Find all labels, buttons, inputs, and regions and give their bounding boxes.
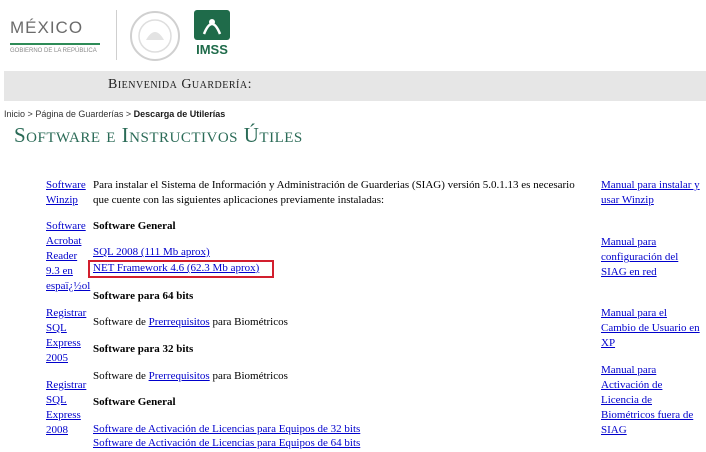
imss-logo-text: IMSS — [196, 42, 228, 57]
prereq-prefix: Software de — [93, 316, 146, 328]
national-seal-icon — [130, 11, 180, 61]
breadcrumb-home[interactable]: Inicio — [4, 109, 25, 119]
mexico-logo-subtitle: GOBIERNO DE LA REPÚBLICA — [10, 48, 97, 54]
breadcrumb-guarderias[interactable]: Página de Guarderías — [35, 109, 123, 119]
prereq-suffix: para Biométricos — [212, 370, 288, 382]
mexico-logo-text: MÉXICO — [10, 18, 84, 37]
welcome-text: Bienvenida Guardería: — [108, 77, 252, 92]
link-licencias-32[interactable]: Software de Activación de Licencias para… — [93, 422, 360, 437]
imss-emblem-icon — [194, 10, 230, 40]
intro-line-2: que cuente con las siguientes aplicacion… — [93, 194, 385, 206]
section-software-general: Software General — [93, 220, 176, 232]
breadcrumb-current: Descarga de Utilerías — [133, 109, 226, 119]
link-sql-2008[interactable]: SQL 2008 (111 Mb aprox) — [93, 245, 210, 260]
section-software-general-2: Software General — [93, 396, 176, 408]
link-manual-winzip[interactable]: Manual para instalar y usar Winzip — [601, 178, 701, 208]
prereq-prefix: Software de — [93, 370, 146, 382]
link-manual-cambio-usuario[interactable]: Manual para el Cambio de Usuario en XP — [601, 306, 701, 351]
site-header: MÉXICO GOBIERNO DE LA REPÚBLICA IMSS — [0, 0, 706, 68]
link-sql-express-2005[interactable]: Registrar SQL Express 2005 — [46, 306, 90, 366]
link-software-winzip[interactable]: Software Winzip — [46, 178, 90, 208]
link-manual-siag-red[interactable]: Manual para configuración del SIAG en re… — [601, 235, 701, 280]
mexico-logo-underline — [10, 43, 100, 45]
breadcrumb: Inicio > Página de Guarderías > Descarga… — [4, 109, 225, 119]
welcome-bar: Bienvenida Guardería: — [4, 71, 706, 101]
page-title: Software e Instructivos Útiles — [14, 123, 303, 147]
breadcrumb-separator: > — [125, 109, 132, 119]
link-licencias-64[interactable]: Software de Activación de Licencias para… — [93, 436, 360, 451]
breadcrumb-separator: > — [27, 109, 33, 119]
imss-logo: IMSS — [192, 10, 232, 62]
link-acrobat-reader[interactable]: Software Acrobat Reader 9.3 en espaï¿½ol — [46, 219, 90, 294]
section-software-64: Software para 64 bits — [93, 290, 194, 302]
link-manual-licencia-biometricos[interactable]: Manual para Activación de Licencia de Bi… — [601, 363, 701, 438]
link-prerrequisitos-32[interactable]: Prerrequisitos — [149, 370, 210, 382]
highlight-box — [88, 260, 274, 278]
mexico-logo: MÉXICO GOBIERNO DE LA REPÚBLICA — [10, 18, 100, 58]
link-sql-express-2008[interactable]: Registrar SQL Express 2008 — [46, 378, 90, 438]
intro-line-1: Para instalar el Sistema de Información … — [93, 179, 575, 191]
prereq-suffix: para Biométricos — [212, 316, 288, 328]
prereq-line-64: Software de Prerrequisitos para Biométri… — [93, 315, 288, 330]
link-prerrequisitos-64[interactable]: Prerrequisitos — [149, 316, 210, 328]
header-divider — [116, 10, 117, 60]
prereq-line-32: Software de Prerrequisitos para Biométri… — [93, 369, 288, 384]
section-software-32: Software para 32 bits — [93, 343, 194, 355]
